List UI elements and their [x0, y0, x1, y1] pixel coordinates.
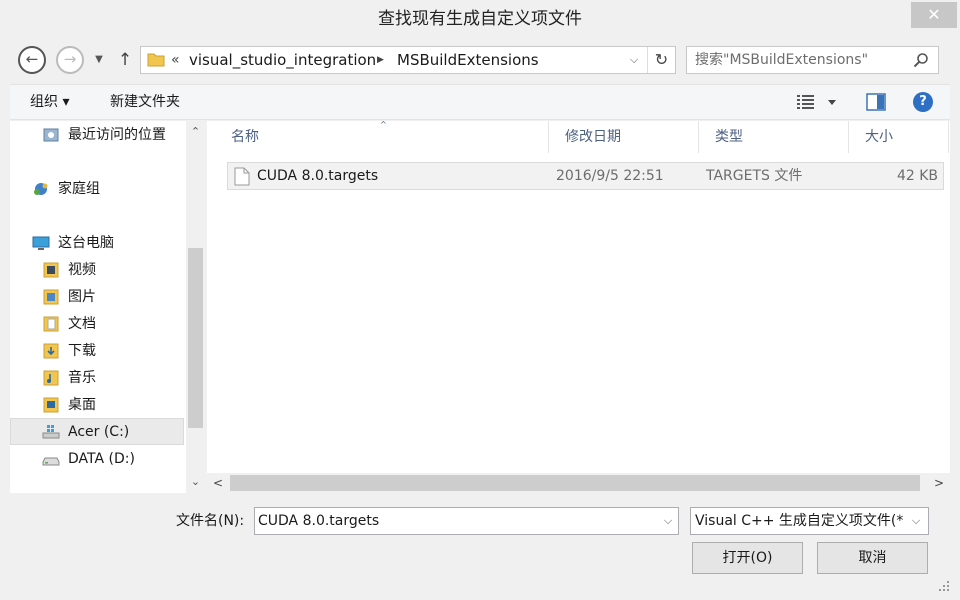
refresh-icon: ↻	[654, 50, 669, 69]
file-icon	[234, 167, 250, 186]
close-button[interactable]: ✕	[911, 2, 957, 28]
nav-scrollbar[interactable]: ⌃ ⌄	[186, 121, 205, 493]
videos-folder-icon	[43, 262, 59, 278]
new-folder-button[interactable]: 新建文件夹	[110, 85, 180, 119]
window-title: 查找现有生成自定义项文件	[378, 9, 582, 29]
chevron-down-icon: ⌵	[663, 514, 673, 527]
filename-label: 文件名(N):	[176, 513, 245, 529]
forward-button[interactable]: →	[56, 46, 84, 74]
refresh-button[interactable]: ↻	[647, 47, 675, 73]
this-pc-icon	[32, 236, 50, 250]
cancel-button[interactable]: 取消	[817, 542, 928, 574]
filetype-value: Visual C++ 生成自定义项文件(*	[695, 513, 903, 529]
nav-item-label: 最近访问的位置	[68, 127, 166, 143]
nav-item-label: 下载	[68, 343, 96, 359]
filename-input[interactable]	[258, 508, 653, 534]
scroll-left-icon[interactable]: <	[207, 473, 229, 493]
scroll-right-icon[interactable]: >	[928, 473, 950, 493]
music-folder-icon	[43, 370, 59, 386]
chevron-down-icon: ⌵	[629, 53, 639, 66]
back-button[interactable]: ←	[18, 46, 46, 74]
address-history-dropdown[interactable]: ⌵	[625, 47, 643, 73]
forward-arrow-icon: →	[63, 50, 77, 68]
drive-icon	[42, 457, 60, 466]
up-button[interactable]: ↑	[114, 48, 136, 72]
back-arrow-icon: ←	[25, 50, 39, 68]
nav-item-label: 桌面	[68, 397, 96, 413]
search-icon[interactable]	[911, 50, 931, 70]
windows-drive-icon	[42, 425, 60, 439]
open-button[interactable]: 打开(O)	[692, 542, 803, 574]
column-header-modified[interactable]: 修改日期	[549, 121, 699, 153]
breadcrumb-visual-studio-integration[interactable]: visual_studio_integration	[189, 47, 376, 73]
chevron-down-icon: ⌵	[911, 514, 921, 527]
homegroup-icon	[34, 183, 48, 195]
organize-menu-button[interactable]: 组织 ▾	[30, 85, 69, 119]
breadcrumb-msbuildextensions[interactable]: MSBuildExtensions	[397, 47, 539, 73]
file-size: 42 KB	[896, 168, 938, 184]
downloads-folder-icon	[43, 343, 59, 359]
file-list-pane[interactable]: 名称 ^ 修改日期 类型 大小 CUDA 8.0.targets 2016/9/…	[207, 121, 950, 493]
search-box[interactable]	[686, 46, 939, 74]
file-type: TARGETS 文件	[706, 168, 803, 184]
close-icon: ✕	[927, 5, 941, 24]
nav-item-label: 文档	[68, 316, 96, 332]
breadcrumb-separator-icon[interactable]: ▶	[377, 47, 384, 73]
filetype-select[interactable]: Visual C++ 生成自定义项文件(* ⌵	[690, 507, 929, 535]
help-icon[interactable]: ?	[913, 92, 933, 112]
file-name: CUDA 8.0.targets	[257, 168, 379, 184]
recent-places-icon	[43, 128, 59, 142]
nav-item-label: DATA (D:)	[68, 451, 135, 467]
filename-dropdown[interactable]: ⌵	[659, 508, 677, 534]
column-header-type[interactable]: 类型	[699, 121, 849, 153]
up-arrow-icon: ↑	[117, 50, 133, 70]
recent-locations-dropdown[interactable]: ▼	[92, 50, 106, 70]
search-input[interactable]	[695, 47, 905, 73]
folder-icon	[147, 53, 165, 67]
sort-ascending-icon: ^	[380, 120, 387, 129]
view-options-icon[interactable]	[796, 93, 842, 111]
filetype-dropdown[interactable]: ⌵	[907, 508, 925, 534]
nav-scroll-thumb[interactable]	[188, 248, 203, 428]
preview-pane-icon[interactable]	[866, 92, 886, 112]
nav-item-label: 家庭组	[58, 181, 100, 197]
nav-item-label: 视频	[68, 262, 96, 278]
filename-combobox[interactable]: ⌵	[254, 507, 679, 535]
table-row[interactable]: CUDA 8.0.targets 2016/9/5 22:51 TARGETS …	[227, 162, 944, 190]
nav-item-label: 这台电脑	[58, 235, 114, 251]
scroll-up-icon[interactable]: ⌃	[186, 121, 205, 143]
nav-item-label: 图片	[68, 289, 96, 305]
documents-folder-icon	[43, 316, 59, 332]
resize-grip-icon[interactable]	[936, 578, 950, 592]
horizontal-scrollbar[interactable]: < >	[207, 473, 950, 493]
pictures-folder-icon	[43, 289, 59, 305]
nav-item-label: 音乐	[68, 370, 96, 386]
chevron-down-icon: ▼	[95, 54, 103, 65]
column-header-size[interactable]: 大小	[849, 121, 949, 153]
horizontal-scroll-thumb[interactable]	[230, 475, 920, 491]
address-overflow-icon[interactable]: «	[171, 47, 180, 73]
command-toolbar: 组织 ▾ 新建文件夹 ?	[10, 84, 950, 120]
nav-item-label: Acer (C:)	[68, 424, 130, 440]
address-bar[interactable]: « visual_studio_integration ▶ MSBuildExt…	[140, 46, 676, 74]
navigation-pane[interactable]: 最近访问的位置 家庭组 这台电脑 视频 图片 文档 下载 音乐 桌面 Acer …	[10, 121, 205, 493]
scroll-down-icon[interactable]: ⌄	[186, 471, 205, 493]
desktop-folder-icon	[43, 397, 59, 413]
file-modified: 2016/9/5 22:51	[556, 168, 664, 184]
